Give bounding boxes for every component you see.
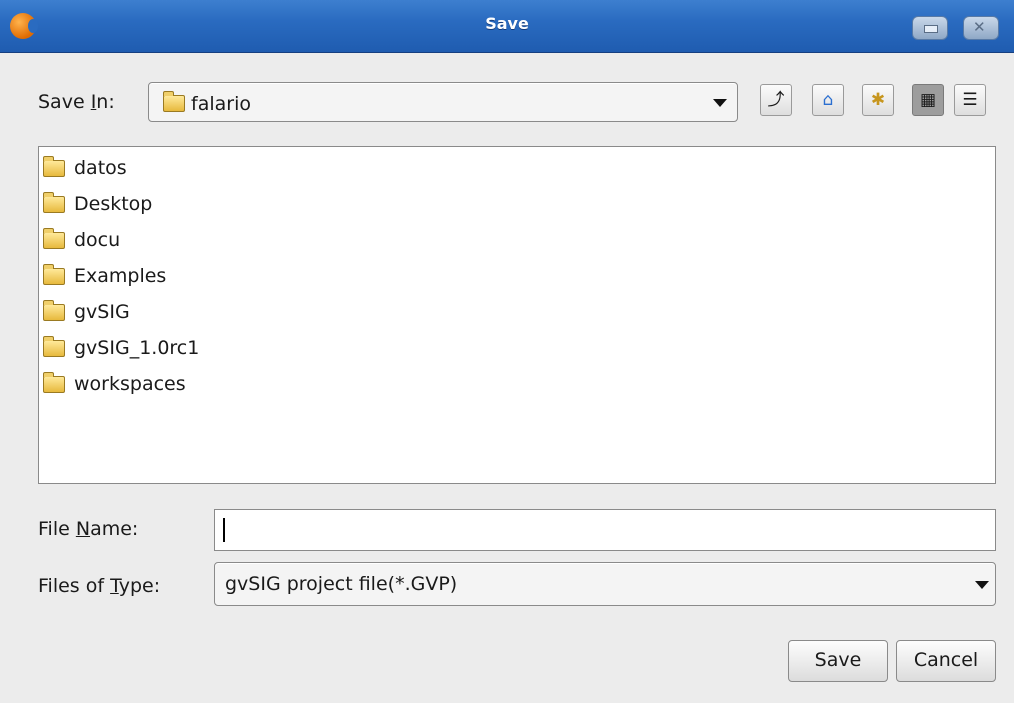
list-item-label: gvSIG: [74, 301, 130, 323]
list-item[interactable]: datos: [43, 151, 127, 185]
minimize-button[interactable]: [912, 16, 948, 40]
minimize-icon: [924, 25, 938, 33]
file-name-label: File Name:: [38, 518, 139, 540]
window-title: Save: [485, 14, 529, 33]
list-item-label: docu: [74, 229, 121, 251]
folder-icon: [43, 372, 65, 393]
save-in-combo[interactable]: falario: [148, 82, 738, 122]
file-type-label: Files of Type:: [38, 575, 161, 597]
cancel-button[interactable]: Cancel: [896, 640, 996, 682]
chevron-down-icon: [975, 581, 989, 589]
list-item-label: datos: [74, 157, 127, 179]
folder-icon: [163, 91, 185, 112]
folder-icon: [43, 264, 65, 285]
list-item[interactable]: workspaces: [43, 367, 186, 401]
file-name-field[interactable]: [214, 509, 996, 551]
chevron-down-icon: [713, 99, 727, 107]
title-bar: Save ✕: [0, 0, 1014, 53]
list-item[interactable]: Desktop: [43, 187, 152, 221]
close-button[interactable]: ✕: [963, 16, 999, 40]
folder-icon: [43, 192, 65, 213]
file-type-value: gvSIG project file(*.GVP): [225, 573, 458, 595]
save-in-value: falario: [191, 93, 251, 115]
folder-icon: [43, 336, 65, 357]
folder-icon: [43, 228, 65, 249]
list-item-label: gvSIG_1.0rc1: [74, 337, 200, 359]
file-type-combo[interactable]: gvSIG project file(*.GVP): [214, 562, 996, 606]
list-item-label: Examples: [74, 265, 167, 287]
up-one-level-icon: ⤴: [767, 90, 785, 110]
home-button[interactable]: ⌂: [812, 84, 844, 116]
list-item[interactable]: gvSIG: [43, 295, 130, 329]
close-icon: ✕: [973, 18, 986, 36]
cancel-button-label: Cancel: [913, 649, 979, 671]
details-view-icon: ☰: [962, 90, 978, 110]
save-in-label: Save In:: [38, 91, 115, 113]
list-view-button[interactable]: ▦: [912, 84, 944, 116]
list-item-label: workspaces: [74, 373, 186, 395]
up-one-level-button[interactable]: ⤴: [760, 84, 792, 116]
list-view-icon: ▦: [919, 90, 937, 110]
save-button[interactable]: Save: [788, 640, 888, 682]
list-item[interactable]: Examples: [43, 259, 166, 293]
file-list[interactable]: datos Desktop docu Examples gvSIG gvSIG_…: [38, 146, 996, 484]
new-folder-icon: ✱: [870, 90, 886, 110]
folder-icon: [43, 156, 65, 177]
folder-icon: [43, 300, 65, 321]
home-icon: ⌂: [822, 90, 834, 110]
text-caret: [223, 518, 225, 542]
list-item[interactable]: docu: [43, 223, 120, 257]
details-view-button[interactable]: ☰: [954, 84, 986, 116]
list-item-label: Desktop: [74, 193, 153, 215]
new-folder-button[interactable]: ✱: [862, 84, 894, 116]
list-item[interactable]: gvSIG_1.0rc1: [43, 331, 199, 365]
save-button-label: Save: [814, 649, 862, 671]
